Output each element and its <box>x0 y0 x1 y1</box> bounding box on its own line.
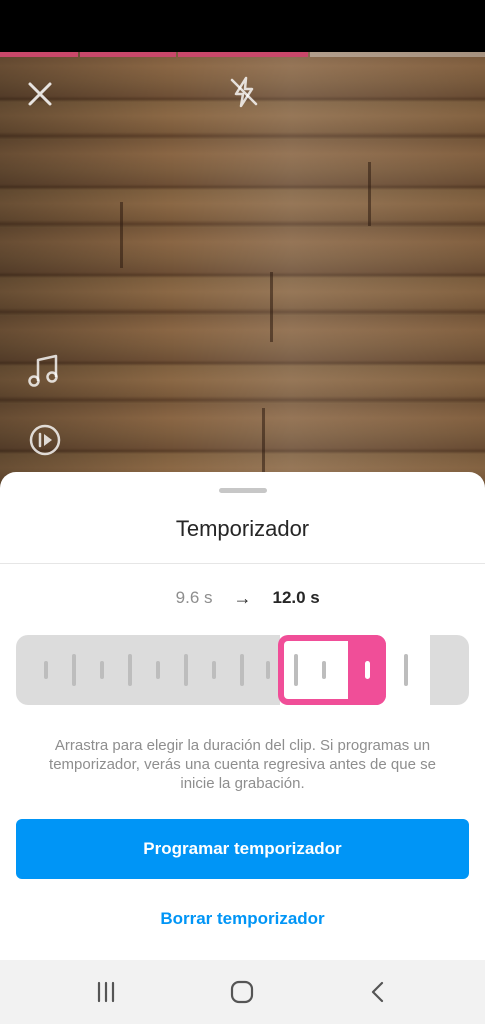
clip-segment <box>80 52 176 57</box>
grip-icon <box>364 661 370 679</box>
duration-range: 9.6 s → 12.0 s <box>0 586 485 610</box>
timeline-tick <box>128 654 132 686</box>
arrow-right-icon: → <box>233 587 252 608</box>
system-nav-bar <box>0 960 485 1024</box>
timeline-tick <box>72 654 76 686</box>
floor-seam <box>368 162 371 226</box>
timeline-tick <box>44 661 48 679</box>
sheet-drag-handle[interactable] <box>219 488 267 493</box>
flash-off-icon[interactable] <box>226 74 262 110</box>
duration-end: 12.0 s <box>272 588 320 607</box>
timeline-tick <box>156 661 160 679</box>
clip-remaining <box>310 52 485 57</box>
timeline-tick <box>184 654 188 686</box>
back-icon[interactable] <box>362 976 394 1008</box>
timeline-tick <box>212 661 216 679</box>
music-note-icon[interactable] <box>24 352 62 390</box>
floor-seam <box>120 202 123 268</box>
timeline-tick <box>240 654 244 686</box>
status-bar <box>0 0 485 52</box>
help-text: Arrastra para elegir la duración del cli… <box>49 737 436 792</box>
clip-segment <box>178 52 308 57</box>
clear-timer-button[interactable]: Borrar temporizador <box>0 906 485 932</box>
timer-drag-handle[interactable] <box>348 635 386 705</box>
timer-timeline[interactable] <box>16 635 469 705</box>
divider <box>0 563 485 564</box>
camera-preview[interactable] <box>0 52 485 492</box>
playback-speed-icon[interactable] <box>27 422 63 458</box>
clip-progress <box>0 52 485 57</box>
timeline-tick <box>404 654 408 686</box>
timer-sheet: Temporizador 9.6 s → 12.0 s Arrastra par… <box>0 472 485 960</box>
recent-apps-icon[interactable] <box>90 976 122 1008</box>
clip-segment <box>0 52 78 57</box>
set-timer-button[interactable]: Programar temporizador <box>16 819 469 879</box>
duration-start: 9.6 s <box>175 588 213 607</box>
timeline-tick <box>100 661 104 679</box>
sheet-title: Temporizador <box>175 516 310 541</box>
close-icon[interactable] <box>24 78 56 110</box>
floor-seam <box>270 272 273 342</box>
timeline-tick <box>266 661 270 679</box>
home-icon[interactable] <box>226 976 258 1008</box>
